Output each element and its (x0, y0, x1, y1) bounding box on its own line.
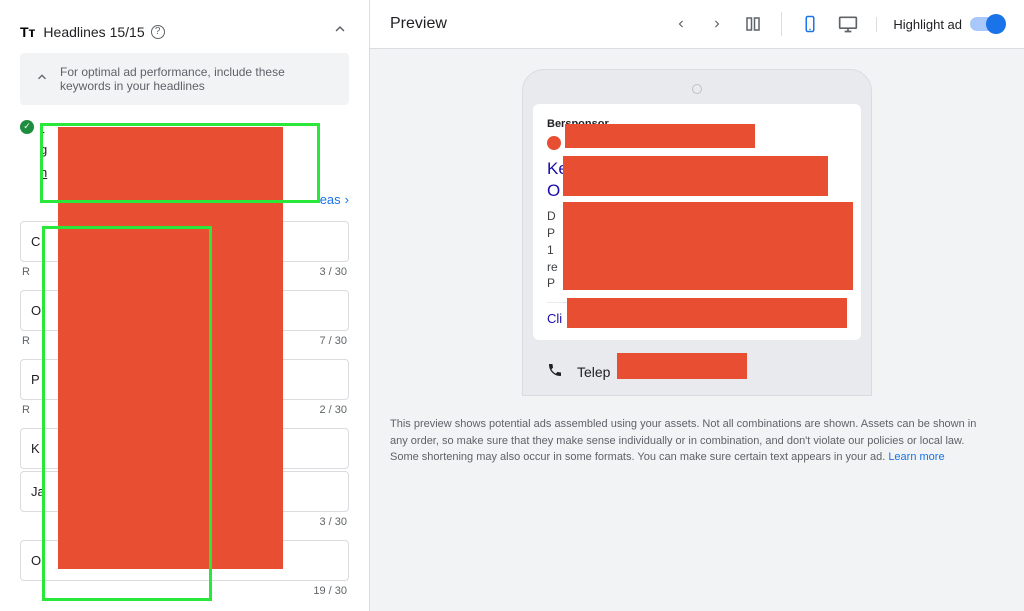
redaction (563, 202, 853, 290)
headline-note: R (22, 404, 30, 416)
view-mode-switcher (781, 12, 860, 36)
section-title: Headlines 15/15 ? (43, 24, 323, 40)
learn-more-link[interactable]: Learn more (888, 451, 944, 463)
char-count-value: 3 / 30 (319, 516, 347, 528)
help-icon[interactable]: ? (151, 25, 165, 39)
favicon-icon (547, 136, 561, 150)
char-count-value: 7 / 30 (319, 335, 347, 347)
redaction (567, 298, 847, 328)
keyword-tip-box: For optimal ad performance, include thes… (20, 53, 349, 105)
highlight-toggle[interactable] (970, 17, 1004, 31)
keyword-text: r (40, 119, 44, 134)
redaction (563, 156, 828, 196)
headline-note: R (22, 266, 30, 278)
keyword-text: h (40, 165, 47, 180)
call-text: Telep (577, 364, 610, 380)
preview-panel: Preview Highlight ad (370, 0, 1024, 611)
redaction (58, 127, 283, 569)
next-button[interactable] (705, 12, 729, 36)
ad-title-line: O (547, 181, 560, 200)
ad-desc-line: D (547, 209, 556, 223)
preview-title: Preview (390, 15, 653, 33)
sitelink-text: Cli (547, 311, 562, 326)
chevron-up-icon[interactable] (331, 20, 349, 43)
preview-disclaimer: This preview shows potential ads assembl… (390, 396, 990, 486)
tip-chevron-icon[interactable] (34, 65, 50, 90)
check-icon: ✓ (20, 120, 34, 134)
char-count: 19 / 30 (20, 581, 349, 607)
ad-desc-line: P (547, 226, 555, 240)
char-count-value: 19 / 30 (313, 585, 347, 597)
tip-text: For optimal ad performance, include thes… (60, 65, 335, 93)
preview-toolbar: Preview Highlight ad (370, 0, 1024, 49)
headline-note: R (22, 335, 30, 347)
ad-desc-line: re (547, 260, 558, 274)
text-icon: Tᴛ (20, 24, 35, 40)
highlight-toggle-wrap: Highlight ad (876, 17, 1004, 32)
chevron-right-icon: › (345, 192, 349, 207)
redaction (617, 353, 747, 379)
keyword-text: g (40, 142, 47, 157)
desktop-view-icon[interactable] (836, 12, 860, 36)
more-ideas-text: eas (320, 192, 341, 207)
section-header-headlines[interactable]: Tᴛ Headlines 15/15 ? (20, 10, 349, 53)
columns-icon[interactable] (741, 12, 765, 36)
phone-notch-icon (692, 84, 702, 94)
prev-button[interactable] (669, 12, 693, 36)
preview-body: Bersponsor Ke O D P 1 re P Cli (370, 49, 1024, 611)
char-count-value: 2 / 30 (319, 404, 347, 416)
phone-frame: Bersponsor Ke O D P 1 re P Cli (522, 69, 872, 396)
highlight-label: Highlight ad (893, 17, 962, 32)
mobile-view-icon[interactable] (798, 12, 822, 36)
headlines-panel: Tᴛ Headlines 15/15 ? For optimal ad perf… (0, 0, 370, 611)
section-title-text: Headlines 15/15 (43, 24, 144, 40)
ad-desc-line: 1 (547, 243, 554, 257)
nav-arrows (669, 12, 765, 36)
ad-desc-line: P (547, 276, 555, 290)
char-count-value: 3 / 30 (319, 266, 347, 278)
redaction (565, 124, 755, 148)
phone-icon (547, 362, 563, 381)
